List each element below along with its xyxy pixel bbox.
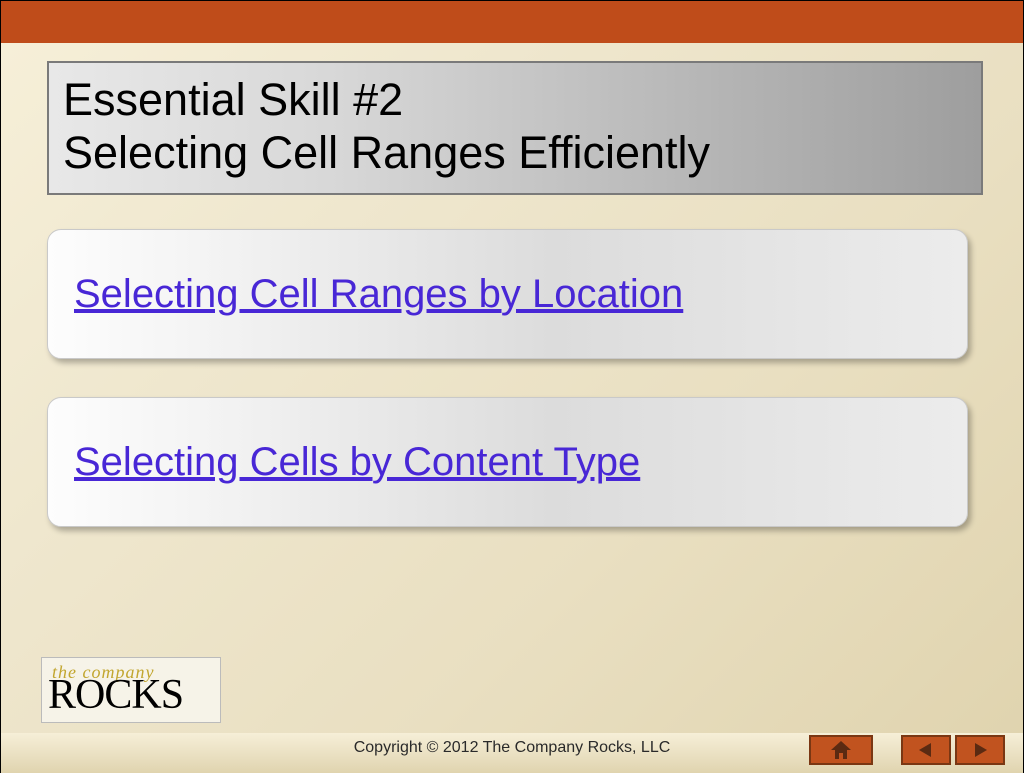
- title-box: Essential Skill #2 Selecting Cell Ranges…: [47, 61, 983, 195]
- link-item-location[interactable]: Selecting Cell Ranges by Location: [47, 229, 968, 359]
- top-accent-bar: [1, 1, 1023, 43]
- nav-button-group: [809, 735, 1005, 765]
- home-icon: [830, 740, 852, 760]
- home-button[interactable]: [809, 735, 873, 765]
- next-button[interactable]: [955, 735, 1005, 765]
- footer-bar: Copyright © 2012 The Company Rocks, LLC: [1, 733, 1023, 773]
- arrow-right-icon: [971, 741, 989, 759]
- logo-bottom-text: ROCKS: [48, 678, 214, 714]
- nav-pair: [901, 735, 1005, 765]
- title-line-1: Essential Skill #2: [63, 73, 967, 126]
- link-location[interactable]: Selecting Cell Ranges by Location: [74, 272, 683, 317]
- prev-button[interactable]: [901, 735, 951, 765]
- main-content: Essential Skill #2 Selecting Cell Ranges…: [1, 43, 1023, 733]
- title-line-2: Selecting Cell Ranges Efficiently: [63, 126, 967, 179]
- link-content-type[interactable]: Selecting Cells by Content Type: [74, 440, 640, 485]
- arrow-left-icon: [917, 741, 935, 759]
- copyright-text: Copyright © 2012 The Company Rocks, LLC: [354, 739, 671, 757]
- link-item-content-type[interactable]: Selecting Cells by Content Type: [47, 397, 968, 527]
- company-logo: the company ROCKS: [41, 657, 221, 723]
